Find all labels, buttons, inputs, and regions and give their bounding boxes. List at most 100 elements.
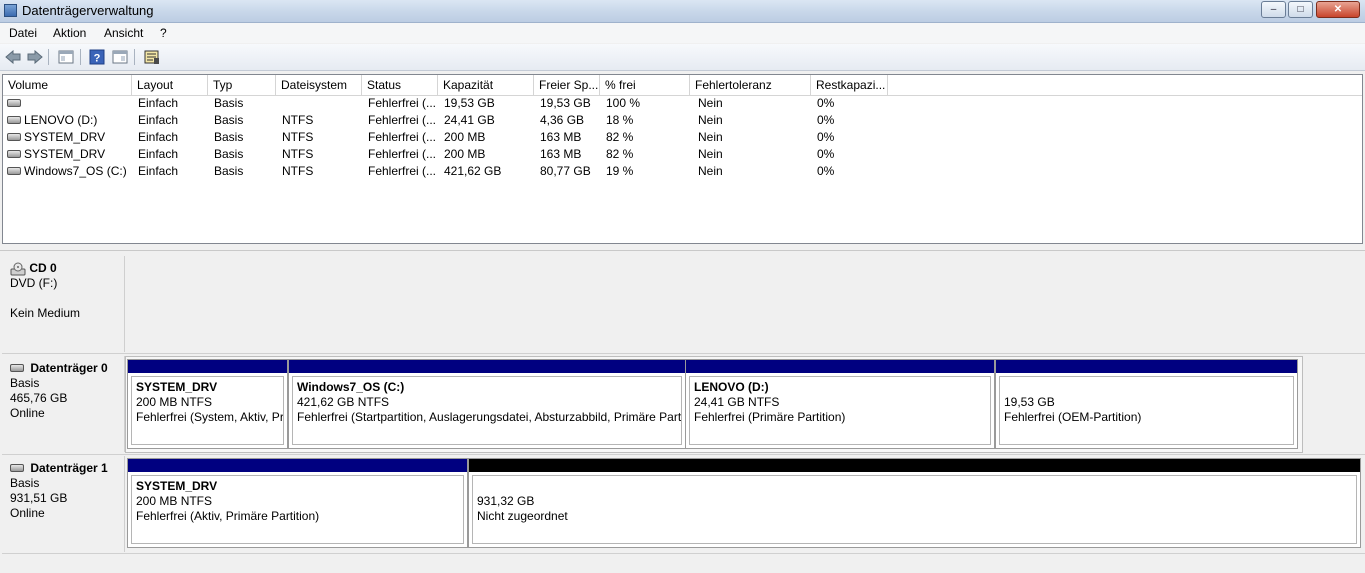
cell-kapazitaet: 19,53 GB	[444, 96, 495, 110]
cd-drive-icon	[10, 262, 26, 276]
app-icon	[4, 4, 17, 17]
partition-windows7-os[interactable]: Windows7_OS (C:) 421,62 GB NTFS Fehlerfr…	[288, 359, 686, 449]
cell-dateisystem	[278, 95, 362, 112]
cell-status: Fehlerfrei (...	[368, 96, 437, 110]
close-button[interactable]: ✕	[1316, 1, 1360, 18]
cell-volume: SYSTEM_DRV	[3, 129, 132, 146]
svg-text:?: ?	[94, 53, 101, 65]
partition-oem[interactable]: 19,53 GB Fehlerfrei (OEM-Partition)	[995, 359, 1298, 449]
disk-media-status: Kein Medium	[10, 306, 81, 320]
cell-dateisystem: NTFS	[282, 113, 314, 127]
partition-name	[1004, 380, 1289, 395]
menu-help[interactable]: ?	[160, 26, 167, 40]
cell-fehlertoleranz: Nein	[698, 130, 723, 144]
cell-restkapazitaet: 0%	[817, 147, 835, 161]
partition-size: 19,53 GB	[1004, 395, 1055, 409]
minimize-button[interactable]: –	[1261, 1, 1286, 18]
cell-volume: LENOVO (D:)	[3, 112, 132, 129]
column-freier-speicher[interactable]: Freier Sp...	[534, 75, 600, 95]
partition-name: Windows7_OS (C:)	[297, 380, 405, 394]
column-volume[interactable]: Volume	[3, 75, 132, 95]
partition-system-drv-disk1[interactable]: SYSTEM_DRV 200 MB NTFS Fehlerfrei (Aktiv…	[127, 458, 468, 548]
table-row[interactable]: Windows7_OS (C:) Einfach Basis NTFS Fehl…	[3, 163, 1362, 180]
disk-label-disk0[interactable]: Datenträger 0 Basis 465,76 GB Online	[4, 356, 125, 452]
cell-restkapazitaet: 0%	[817, 113, 835, 127]
disk-settings-icon[interactable]	[143, 48, 161, 66]
disk-type: Basis	[10, 376, 40, 390]
cell-freier-speicher: 163 MB	[540, 147, 582, 161]
partition-color-bar	[289, 360, 685, 373]
pane-splitter[interactable]	[0, 244, 1365, 251]
cell-kapazitaet: 200 MB	[444, 130, 486, 144]
table-row[interactable]: SYSTEM_DRV Einfach Basis NTFS Fehlerfrei…	[3, 129, 1362, 146]
menu-aktion[interactable]: Aktion	[53, 26, 86, 40]
list-header: Volume Layout Typ Dateisystem Status Kap…	[3, 75, 1362, 96]
maximize-button[interactable]: □	[1288, 1, 1313, 18]
drive-icon	[7, 166, 21, 175]
column-typ[interactable]: Typ	[208, 75, 276, 95]
back-icon[interactable]	[4, 48, 22, 66]
cell-status: Fehlerfrei (...	[368, 164, 437, 178]
cell-layout: Einfach	[138, 147, 179, 161]
table-row[interactable]: Einfach Basis Fehlerfrei (... 19,53 GB 1…	[3, 95, 1362, 112]
cell-freier-speicher: 80,77 GB	[540, 164, 591, 178]
partition-size: 931,32 GB	[477, 494, 535, 508]
cell-kapazitaet: 24,41 GB	[444, 113, 495, 127]
partition-status: Fehlerfrei (Startpartition, Auslagerungs…	[297, 410, 682, 424]
cell-fehlertoleranz: Nein	[698, 164, 723, 178]
cell-status: Fehlerfrei (...	[368, 113, 437, 127]
cell-freier-speicher: 4,36 GB	[540, 113, 585, 127]
cell-restkapazitaet: 0%	[817, 164, 835, 178]
partition-color-bar	[128, 459, 467, 472]
cell-prozent-frei: 18 %	[606, 113, 634, 127]
forward-icon[interactable]	[26, 48, 44, 66]
partition-unallocated[interactable]: 931,32 GB Nicht zugeordnet	[468, 458, 1361, 548]
console-tree-icon[interactable]	[57, 48, 75, 66]
column-kapazitaet[interactable]: Kapazität	[438, 75, 534, 95]
disk-label-disk1[interactable]: Datenträger 1 Basis 931,51 GB Online	[4, 456, 125, 552]
cell-dateisystem: NTFS	[282, 130, 314, 144]
toolbar: ?	[0, 44, 1365, 71]
column-dateisystem[interactable]: Dateisystem	[276, 75, 362, 95]
disk-size: 465,76 GB	[10, 391, 68, 405]
cell-freier-speicher: 163 MB	[540, 130, 582, 144]
partition-system-drv[interactable]: SYSTEM_DRV 200 MB NTFS Fehlerfrei (Syste…	[127, 359, 288, 449]
disk-state: Online	[10, 406, 45, 420]
cell-kapazitaet: 200 MB	[444, 147, 486, 161]
cell-dateisystem: NTFS	[282, 147, 314, 161]
cell-typ: Basis	[214, 130, 244, 144]
partition-lenovo[interactable]: LENOVO (D:) 24,41 GB NTFS Fehlerfrei (Pr…	[685, 359, 995, 449]
cell-layout: Einfach	[138, 113, 179, 127]
volume-list: Volume Layout Typ Dateisystem Status Kap…	[2, 74, 1363, 244]
partition-color-bar	[686, 360, 994, 373]
disk-title: Datenträger 1	[30, 461, 108, 475]
drive-icon	[7, 132, 21, 141]
drive-icon	[7, 149, 21, 158]
column-restkapazitaet[interactable]: Restkapazi...	[811, 75, 888, 95]
partition-size: 200 MB NTFS	[136, 395, 213, 409]
menu-ansicht[interactable]: Ansicht	[104, 26, 143, 40]
cell-freier-speicher: 19,53 GB	[540, 96, 591, 110]
properties-icon[interactable]	[111, 48, 129, 66]
help-icon[interactable]: ?	[88, 48, 106, 66]
column-layout[interactable]: Layout	[132, 75, 208, 95]
cell-typ: Basis	[214, 113, 244, 127]
partition-color-bar	[128, 360, 287, 373]
cell-fehlertoleranz: Nein	[698, 96, 723, 110]
partition-size: 200 MB NTFS	[136, 494, 213, 508]
table-row[interactable]: SYSTEM_DRV Einfach Basis NTFS Fehlerfrei…	[3, 146, 1362, 163]
disk-map: CD 0 DVD (F:) Kein Medium Datenträger 0 …	[2, 252, 1365, 573]
partition-size: 24,41 GB NTFS	[694, 395, 780, 409]
partition-status: Fehlerfrei (Aktiv, Primäre Partition)	[136, 509, 320, 523]
column-status[interactable]: Status	[362, 75, 438, 95]
partition-color-bar	[996, 360, 1297, 373]
column-fehlertoleranz[interactable]: Fehlertoleranz	[690, 75, 811, 95]
partition-color-bar	[469, 459, 1360, 472]
cell-layout: Einfach	[138, 164, 179, 178]
column-prozent-frei[interactable]: % frei	[600, 75, 690, 95]
disk-title: Datenträger 0	[30, 361, 108, 375]
disk-label-cd0[interactable]: CD 0 DVD (F:) Kein Medium	[4, 256, 125, 352]
menu-datei[interactable]: Datei	[9, 26, 37, 40]
cell-volume	[3, 95, 132, 112]
table-row[interactable]: LENOVO (D:) Einfach Basis NTFS Fehlerfre…	[3, 112, 1362, 129]
